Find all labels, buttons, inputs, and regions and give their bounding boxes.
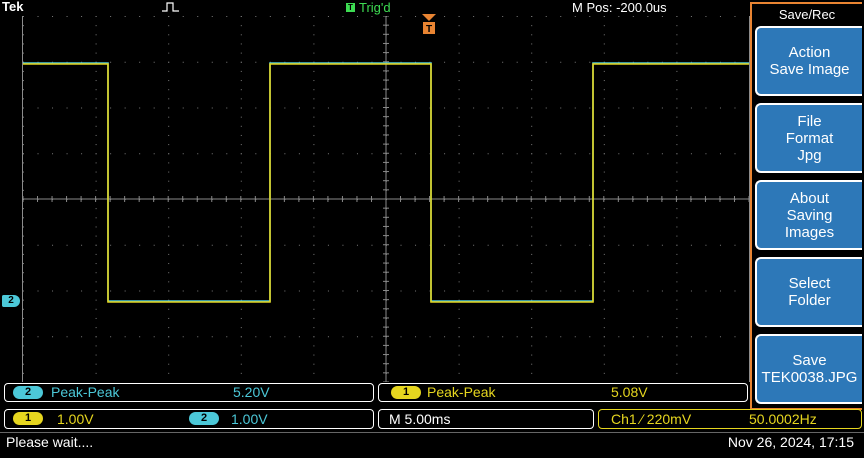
file-format-button[interactable]: File Format Jpg bbox=[755, 103, 862, 173]
ch2-badge: 2 bbox=[13, 386, 43, 399]
status-datetime: Nov 26, 2024, 17:15 bbox=[727, 434, 854, 450]
button-label-line: About bbox=[789, 189, 830, 207]
save-file-button[interactable]: Save TEK0038.JPG bbox=[755, 334, 862, 404]
waveform-graticule bbox=[23, 16, 749, 382]
measurement-label: Peak-Peak bbox=[427, 384, 496, 400]
action-save-image-button[interactable]: Action Save Image bbox=[755, 26, 862, 96]
button-label-line: Folder bbox=[788, 292, 831, 309]
graticule-grid bbox=[23, 16, 749, 382]
button-label-line: Saving bbox=[786, 206, 833, 224]
horizontal-position: M Pos: -200.0us bbox=[572, 0, 667, 15]
channel-scales[interactable]: 1 1.00V 2 1.00V bbox=[4, 409, 374, 429]
button-label-line: TEK0038.JPG bbox=[761, 369, 858, 386]
measurement-label: Peak-Peak bbox=[51, 384, 120, 400]
trigger-status-label: Trig'd bbox=[359, 0, 391, 15]
measurement-value: 5.08V bbox=[611, 384, 648, 400]
side-menu: Save/Rec Action Save Image File Format J… bbox=[750, 2, 862, 410]
trigger-frequency: 50.0002Hz bbox=[749, 411, 817, 427]
button-label-line: Jpg bbox=[797, 146, 822, 164]
trigger-edge-icon bbox=[162, 2, 179, 12]
side-menu-title: Save/Rec bbox=[778, 7, 836, 22]
trigger-readout[interactable]: Ch1 ∕ 220mV 50.0002Hz bbox=[598, 409, 862, 429]
about-saving-images-button[interactable]: About Saving Images bbox=[755, 180, 862, 250]
button-label-line: File bbox=[797, 112, 822, 130]
ch1-badge: 1 bbox=[13, 412, 43, 425]
waveform-display[interactable] bbox=[22, 16, 750, 382]
status-bar: Please wait.... Nov 26, 2024, 17:15 bbox=[0, 432, 864, 453]
status-message: Please wait.... bbox=[6, 434, 94, 450]
ch2-badge: 2 bbox=[189, 412, 219, 425]
ch1-scale: 1.00V bbox=[57, 411, 94, 427]
select-folder-button[interactable]: Select Folder bbox=[755, 257, 862, 327]
svg-text:T: T bbox=[426, 24, 432, 35]
trigger-position-marker: T bbox=[422, 14, 436, 35]
measurement-ch2[interactable]: 2 Peak-Peak 5.20V bbox=[4, 383, 374, 402]
trigger-status: T Trig'd bbox=[346, 0, 391, 15]
timebase-value: M 5.00ms bbox=[389, 411, 451, 427]
top-bar: Tek T Trig'd M Pos: -200.0us bbox=[0, 0, 750, 16]
trigger-level: Ch1 ∕ 220mV bbox=[611, 411, 692, 427]
button-label-line: Select bbox=[788, 275, 831, 292]
button-label-line: Action bbox=[788, 44, 831, 61]
measurement-value: 5.20V bbox=[233, 384, 270, 400]
ch1-badge: 1 bbox=[391, 386, 421, 399]
button-label-line: Save bbox=[792, 352, 827, 369]
measurement-ch1[interactable]: 1 Peak-Peak 5.08V bbox=[378, 383, 748, 402]
button-label-line: Format bbox=[785, 129, 834, 147]
trigger-badge: T bbox=[346, 3, 355, 12]
brand-logo: Tek bbox=[2, 0, 24, 14]
ch2-scale: 1.00V bbox=[231, 411, 268, 427]
timebase-readout[interactable]: M 5.00ms bbox=[378, 409, 594, 429]
ch2-ground-marker: 2 bbox=[2, 295, 20, 307]
button-label-line: Images bbox=[784, 223, 835, 241]
button-label-line: Save Image bbox=[769, 61, 850, 78]
